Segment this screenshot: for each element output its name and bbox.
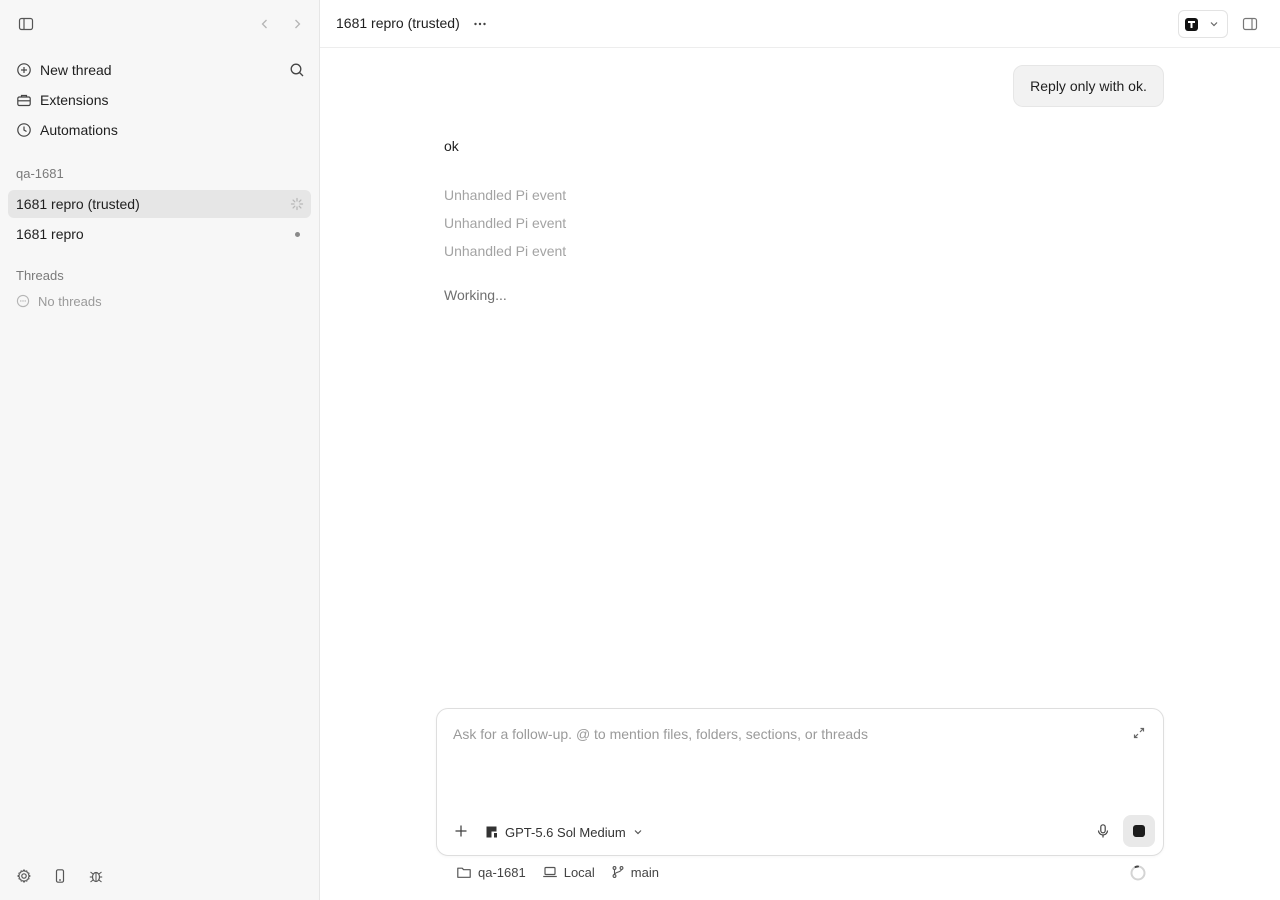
- app-switcher-dropdown[interactable]: [1178, 10, 1228, 38]
- environment-label: Local: [563, 864, 595, 880]
- laptop-icon: [542, 866, 557, 878]
- toggle-right-panel-button[interactable]: [1238, 12, 1262, 36]
- folder-label: qa-1681: [478, 864, 526, 880]
- loading-spinner-icon: [289, 196, 305, 212]
- new-thread-button[interactable]: New thread: [8, 56, 311, 84]
- folder-icon: [457, 867, 471, 878]
- more-options-button[interactable]: [468, 12, 492, 36]
- ellipsis-icon: [474, 22, 486, 26]
- follow-up-input[interactable]: [453, 723, 1113, 745]
- git-branch-icon: [612, 866, 624, 878]
- search-icon: [290, 63, 304, 77]
- stop-icon: [1133, 825, 1145, 837]
- voice-input-button[interactable]: [1091, 819, 1115, 843]
- model-selector[interactable]: GPT-5.6 Sol Medium: [485, 822, 644, 842]
- sidebar: New thread Extensions Automations qa-168…: [0, 0, 320, 900]
- project-label[interactable]: qa-1681: [16, 166, 64, 181]
- extensions-label: Extensions: [40, 92, 109, 108]
- debug-button[interactable]: [84, 864, 108, 888]
- working-status: Working...: [444, 287, 507, 303]
- thread-title: 1681 repro (trusted): [336, 15, 460, 31]
- branch-selector[interactable]: main: [611, 865, 659, 880]
- model-label: GPT-5.6 Sol Medium: [505, 824, 626, 840]
- stop-button[interactable]: [1123, 815, 1155, 847]
- thread-label: 1681 repro (trusted): [16, 196, 140, 212]
- microphone-icon: [1097, 824, 1109, 838]
- new-thread-label: New thread: [40, 62, 112, 78]
- forward-button[interactable]: [285, 12, 309, 36]
- composer: GPT-5.6 Sol Medium: [436, 708, 1164, 856]
- mobile-button[interactable]: [48, 864, 72, 888]
- assistant-reply: ok: [444, 138, 459, 154]
- automations-label: Automations: [40, 122, 118, 138]
- event-notice: Unhandled Pi event: [444, 215, 567, 231]
- gear-icon: [17, 869, 31, 883]
- plus-circle-icon: [16, 62, 32, 78]
- environment-selector[interactable]: Local: [542, 864, 595, 880]
- plus-icon: [455, 825, 467, 837]
- thread-item-1681-repro-trusted[interactable]: 1681 repro (trusted): [8, 190, 311, 218]
- context-bar: qa-1681 Local main: [456, 862, 675, 882]
- settings-button[interactable]: [12, 864, 36, 888]
- top-bar: 1681 repro (trusted): [320, 0, 1280, 48]
- thread-item-1681-repro[interactable]: 1681 repro: [8, 220, 311, 248]
- chevron-down-icon: [1210, 22, 1218, 27]
- progress-spinner-icon: [1129, 864, 1147, 882]
- app-logo-icon: [1185, 17, 1198, 31]
- chevron-down-icon: [634, 830, 642, 835]
- expand-composer-button[interactable]: [1127, 721, 1151, 745]
- attach-button[interactable]: [449, 819, 473, 843]
- chat-bubble-icon: [16, 294, 30, 308]
- panel-right-icon: [1242, 17, 1258, 31]
- unread-dot-icon: [289, 226, 305, 242]
- event-notice: Unhandled Pi event: [444, 187, 567, 203]
- automations-button[interactable]: Automations: [8, 116, 311, 144]
- event-notice: Unhandled Pi event: [444, 243, 567, 259]
- model-icon: [486, 826, 497, 838]
- back-button[interactable]: [253, 12, 277, 36]
- no-threads-label: No threads: [38, 293, 102, 309]
- thread-label: 1681 repro: [16, 226, 84, 242]
- branch-label: main: [630, 864, 659, 880]
- no-threads-placeholder: No threads: [16, 293, 102, 309]
- toggle-sidebar-button[interactable]: [14, 12, 38, 36]
- clock-icon: [16, 122, 32, 138]
- bug-icon: [89, 871, 103, 883]
- extensions-button[interactable]: Extensions: [8, 86, 311, 114]
- phone-icon: [55, 869, 65, 883]
- chevron-right-icon: [295, 19, 301, 29]
- toolbox-icon: [16, 92, 32, 108]
- sidebar-icon: [18, 17, 34, 31]
- search-button[interactable]: [285, 58, 309, 82]
- threads-section-label: Threads: [16, 268, 64, 283]
- sidebar-toolbar: [0, 0, 319, 48]
- main-pane: 1681 repro (trusted) Reply only with ok.…: [320, 0, 1280, 900]
- folder-selector[interactable]: qa-1681: [456, 864, 526, 880]
- user-message-bubble: Reply only with ok.: [1013, 65, 1164, 107]
- expand-icon: [1133, 727, 1145, 739]
- chevron-left-icon: [261, 19, 267, 29]
